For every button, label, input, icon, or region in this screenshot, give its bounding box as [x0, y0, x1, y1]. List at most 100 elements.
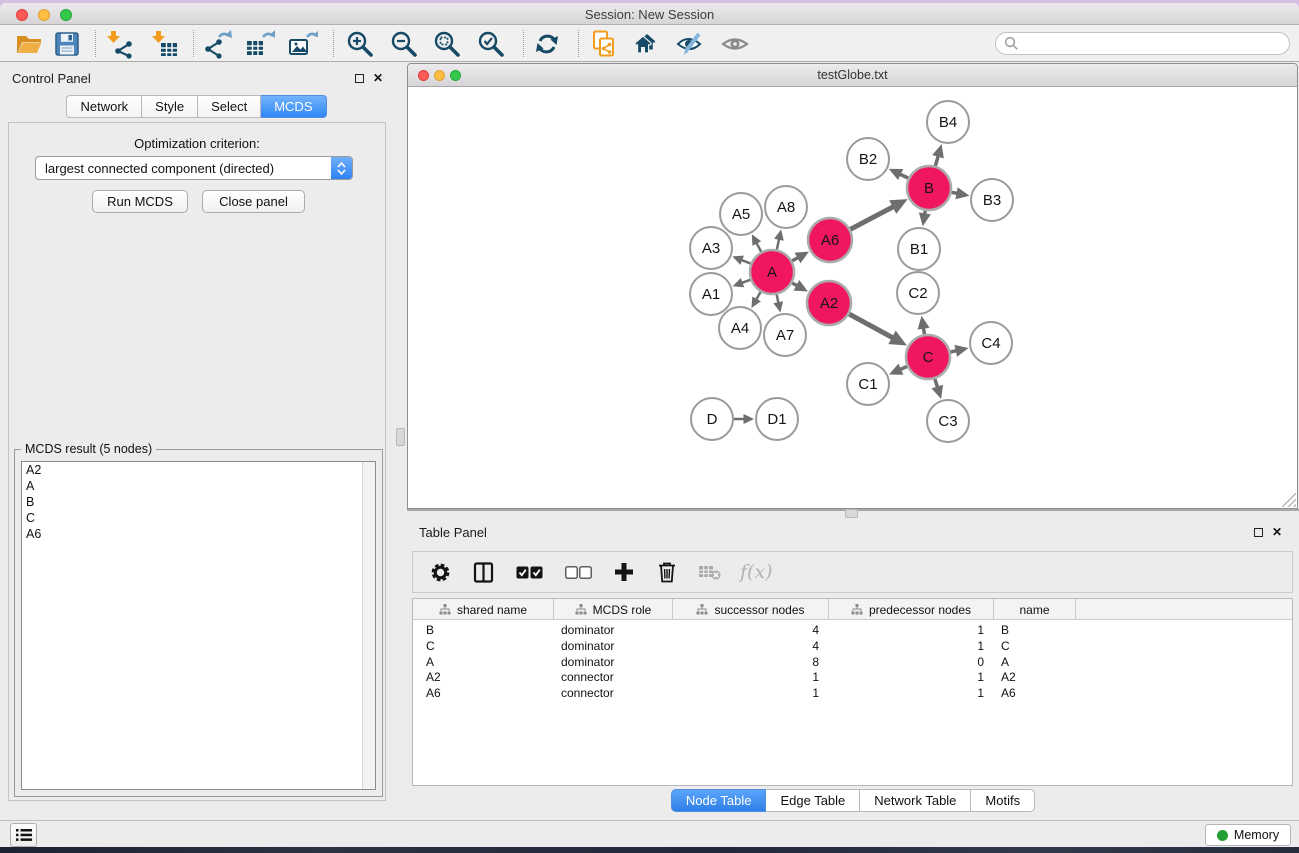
- divider-grip[interactable]: [396, 428, 405, 446]
- graph-node-B3[interactable]: B3: [971, 179, 1013, 221]
- table-cell[interactable]: B: [994, 622, 1076, 638]
- graph-node-C2[interactable]: C2: [897, 272, 939, 314]
- graph-node-C3[interactable]: C3: [927, 400, 969, 442]
- tab-mcds[interactable]: MCDS: [261, 95, 326, 118]
- save-icon[interactable]: [51, 28, 83, 60]
- table-cell[interactable]: 1: [829, 622, 994, 638]
- tab-network[interactable]: Network: [66, 95, 142, 118]
- table-cell[interactable]: 8: [673, 654, 829, 670]
- graph-node-C1[interactable]: C1: [847, 363, 889, 405]
- export-image-icon[interactable]: [287, 28, 319, 60]
- graph-node-A[interactable]: A: [750, 250, 794, 294]
- zoom-selected-icon[interactable]: [475, 28, 507, 60]
- tab-edge-table[interactable]: Edge Table: [766, 789, 860, 812]
- search-input[interactable]: [1019, 37, 1289, 51]
- graph-node-A6[interactable]: A6: [808, 218, 852, 262]
- columns-icon[interactable]: [470, 559, 496, 585]
- table-cell[interactable]: A6: [413, 685, 554, 701]
- refresh-icon[interactable]: [531, 28, 563, 60]
- table-cell[interactable]: C: [413, 638, 554, 654]
- graph-node-B[interactable]: B: [907, 166, 951, 210]
- run-mcds-button[interactable]: Run MCDS: [92, 190, 188, 213]
- table-cell[interactable]: connector: [554, 685, 673, 701]
- float-panel-icon[interactable]: [1254, 528, 1263, 537]
- zoom-out-icon[interactable]: [388, 28, 420, 60]
- mcds-result-list[interactable]: A2ABCA6: [21, 461, 376, 790]
- table-cell[interactable]: A: [413, 654, 554, 670]
- column-header-predecessor-nodes[interactable]: predecessor nodes: [829, 599, 994, 620]
- table-cell[interactable]: dominator: [554, 622, 673, 638]
- mcds-result-item[interactable]: A: [22, 478, 375, 494]
- graph-node-A7[interactable]: A7: [764, 314, 806, 356]
- graph-edge-A6-B[interactable]: [850, 206, 894, 229]
- table-cell[interactable]: B: [413, 622, 554, 638]
- resize-grip-icon[interactable]: [1282, 493, 1296, 507]
- table-cell[interactable]: 1: [829, 669, 994, 685]
- network-window-titlebar[interactable]: testGlobe.txt: [408, 64, 1297, 87]
- close-panel-icon[interactable]: ✕: [373, 73, 383, 83]
- folder-open-icon[interactable]: [13, 28, 45, 60]
- table-cell[interactable]: A2: [994, 669, 1076, 685]
- divider-grip[interactable]: [845, 509, 858, 518]
- tab-network-table[interactable]: Network Table: [860, 789, 971, 812]
- zoom-in-icon[interactable]: [344, 28, 376, 60]
- tab-style[interactable]: Style: [142, 95, 198, 118]
- table-row[interactable]: Cdominator41C: [413, 638, 1292, 654]
- table-cell[interactable]: connector: [554, 669, 673, 685]
- graph-node-B4[interactable]: B4: [927, 101, 969, 143]
- select-all-checkboxes-icon[interactable]: [513, 559, 545, 585]
- gear-icon[interactable]: [427, 559, 453, 585]
- column-header-successor-nodes[interactable]: successor nodes: [673, 599, 829, 620]
- table-row[interactable]: Adominator80A: [413, 654, 1292, 670]
- float-panel-icon[interactable]: [355, 74, 364, 83]
- home-icon[interactable]: [631, 28, 663, 60]
- table-cell[interactable]: A: [994, 654, 1076, 670]
- tab-node-table[interactable]: Node Table: [671, 789, 767, 812]
- table-cell[interactable]: 4: [673, 622, 829, 638]
- mcds-result-item[interactable]: A6: [22, 526, 375, 542]
- graph-node-A2[interactable]: A2: [807, 281, 851, 325]
- table-cell[interactable]: 4: [673, 638, 829, 654]
- table-cell[interactable]: dominator: [554, 654, 673, 670]
- zoom-fit-icon[interactable]: [431, 28, 463, 60]
- network-graph-canvas[interactable]: B4B2BB3A8A5A6B1A3AC2A1A2A4A7C4CC1C3DD1: [408, 87, 1297, 508]
- import-network-icon[interactable]: [103, 28, 135, 60]
- add-column-icon[interactable]: [611, 559, 637, 585]
- table-row[interactable]: Bdominator41B: [413, 622, 1292, 638]
- table-cell[interactable]: 1: [673, 669, 829, 685]
- graph-edge-A2-C[interactable]: [849, 314, 894, 338]
- column-header-name[interactable]: name: [994, 599, 1076, 620]
- scrollbar-track[interactable]: [362, 462, 375, 789]
- trash-icon[interactable]: [654, 559, 680, 585]
- graph-node-A5[interactable]: A5: [720, 193, 762, 235]
- import-table-icon[interactable]: [148, 28, 180, 60]
- graph-node-B1[interactable]: B1: [898, 228, 940, 270]
- mcds-result-item[interactable]: B: [22, 494, 375, 510]
- column-header-mcds-role[interactable]: MCDS role: [554, 599, 673, 620]
- export-table-icon[interactable]: [244, 28, 276, 60]
- table-cell[interactable]: dominator: [554, 638, 673, 654]
- table-cell[interactable]: 1: [673, 685, 829, 701]
- export-network-icon[interactable]: [201, 28, 233, 60]
- mcds-result-item[interactable]: A2: [22, 462, 375, 478]
- graph-node-B2[interactable]: B2: [847, 138, 889, 180]
- graph-node-C4[interactable]: C4: [970, 322, 1012, 364]
- deselect-all-checkboxes-icon[interactable]: [562, 559, 594, 585]
- table-cell[interactable]: A2: [413, 669, 554, 685]
- graph-node-A3[interactable]: A3: [690, 227, 732, 269]
- table-cell[interactable]: A6: [994, 685, 1076, 701]
- tab-motifs[interactable]: Motifs: [971, 789, 1035, 812]
- graph-node-C[interactable]: C: [906, 335, 950, 379]
- table-cell[interactable]: 1: [829, 638, 994, 654]
- eye-icon[interactable]: [719, 28, 751, 60]
- mcds-result-item[interactable]: C: [22, 510, 375, 526]
- close-panel-button[interactable]: Close panel: [202, 190, 305, 213]
- table-cell[interactable]: 0: [829, 654, 994, 670]
- table-cell[interactable]: C: [994, 638, 1076, 654]
- tab-select[interactable]: Select: [198, 95, 261, 118]
- task-list-icon[interactable]: [10, 823, 37, 847]
- criterion-select[interactable]: largest connected component (directed): [35, 156, 353, 180]
- table-cell[interactable]: 1: [829, 685, 994, 701]
- eye-edit-icon[interactable]: [674, 28, 706, 60]
- graph-node-A4[interactable]: A4: [719, 307, 761, 349]
